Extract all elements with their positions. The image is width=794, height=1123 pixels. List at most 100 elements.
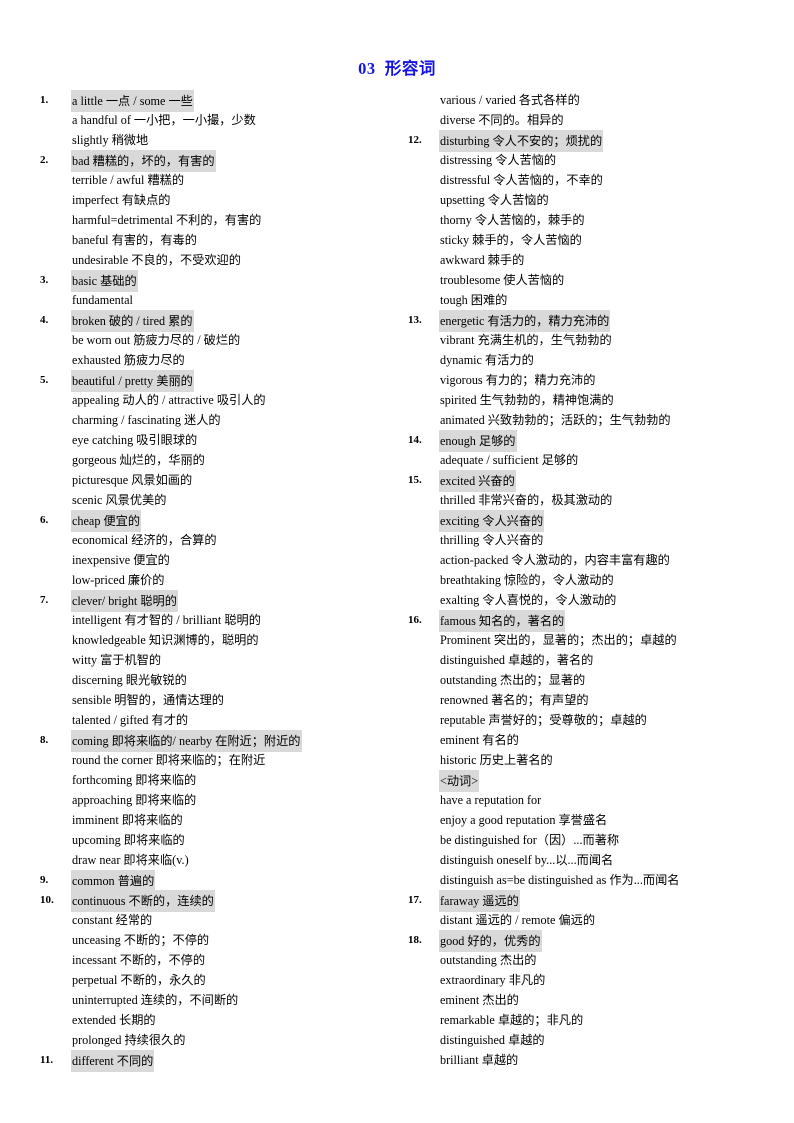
document-page: 03 形容词 1. a little 一点 / some 一些 a handful …: [0, 0, 794, 1123]
entry-line-numbered: 7. clever/ bright 聪明的: [40, 590, 395, 612]
entry-text: appealing 动人的 / attractive 吸引人的: [72, 393, 266, 407]
entry-text: exciting 令人兴奋的: [439, 510, 545, 532]
page-title: 03 形容词: [358, 59, 436, 78]
entry-number: 17.: [408, 894, 422, 906]
entry-number: 5.: [40, 374, 49, 386]
entry-number: 7.: [40, 594, 49, 606]
entry-line: terrible / awful 糟糕的: [40, 170, 395, 190]
right-column: various / varied 各式各样的 diverse 不同的。相异的 12.…: [408, 90, 780, 1070]
entry-text: enough 足够的: [439, 430, 517, 452]
entry-number: 1.: [40, 94, 49, 106]
entry-number: 10.: [40, 894, 54, 906]
entry-text: talented / gifted 有才的: [72, 713, 189, 727]
entry-line: vibrant 充满生机的，生气勃勃的: [408, 330, 780, 350]
entry-line: forthcoming 即将来临的: [40, 770, 395, 790]
entry-line-numbered: 13. energetic 有活力的，精力充沛的: [408, 310, 780, 332]
entry-text: thrilling 令人兴奋的: [440, 533, 544, 547]
entry-text: spirited 生气勃勃的，精神饱满的: [440, 393, 614, 407]
entry-line: upcoming 即将来临的: [40, 830, 395, 850]
entry-text: baneful 有害的，有毒的: [72, 233, 197, 247]
entry-line: distinguished 卓越的: [408, 1030, 780, 1050]
entry-line-numbered: 11. different 不同的: [40, 1050, 395, 1072]
entry-line: distinguish oneself by...以...而闻名: [408, 850, 780, 870]
entry-text: low-priced 廉价的: [72, 573, 165, 587]
entry-line: troublesome 使人苦恼的: [408, 270, 780, 290]
entry-text: a handful of 一小把，一小撮，少数: [72, 113, 256, 127]
entry-text: exhausted 筋疲力尽的: [72, 353, 185, 367]
entry-line: distressing 令人苦恼的: [408, 150, 780, 170]
entry-number: 4.: [40, 314, 49, 326]
entry-text: forthcoming 即将来临的: [72, 773, 197, 787]
entry-text: different 不同的: [71, 1050, 155, 1072]
entry-line: breathtaking 惊险的，令人激动的: [408, 570, 780, 590]
entry-line: distinguish as=be distinguished as 作为...…: [408, 870, 780, 890]
entry-line: extraordinary 非凡的: [408, 970, 780, 990]
entry-text: sensible 明智的，通情达理的: [72, 693, 224, 707]
entry-line: tough 困难的: [408, 290, 780, 310]
entry-line: knowledgeable 知识渊博的，聪明的: [40, 630, 395, 650]
entry-text: scenic 风景优美的: [72, 493, 167, 507]
entry-text: unceasing 不断的；不停的: [72, 933, 210, 947]
entry-text: various / varied 各式各样的: [440, 93, 580, 107]
entry-number: 13.: [408, 314, 422, 326]
entry-line-numbered: 16. famous 知名的，著名的: [408, 610, 780, 632]
entry-number: 11.: [40, 1054, 54, 1066]
entry-text: slightly 稍微地: [72, 133, 149, 147]
left-column: 1. a little 一点 / some 一些 a handful of 一小把，…: [40, 90, 395, 1072]
entry-line: distressful 令人苦恼的，不幸的: [408, 170, 780, 190]
entry-line: thorny 令人苦恼的，棘手的: [408, 210, 780, 230]
entry-text: terrible / awful 糟糕的: [72, 173, 185, 187]
entry-text: sticky 棘手的，令人苦恼的: [440, 233, 582, 247]
entry-text: inexpensive 便宜的: [72, 553, 170, 567]
entry-line: intelligent 有才智的 / brilliant 聪明的: [40, 610, 395, 630]
entry-text: upsetting 令人苦恼的: [440, 193, 549, 207]
entry-text: economical 经济的，合算的: [72, 533, 217, 547]
entry-number: 18.: [408, 934, 422, 946]
entry-text: common 普遍的: [71, 870, 156, 892]
entry-text: extended 长期的: [72, 1013, 156, 1027]
entry-line: thrilled 非常兴奋的，极其激动的: [408, 490, 780, 510]
entry-line: Prominent 突出的，显著的；杰出的；卓越的: [408, 630, 780, 650]
entry-text: witty 富于机智的: [72, 653, 162, 667]
entry-line: exhausted 筋疲力尽的: [40, 350, 395, 370]
entry-text: action-packed 令人激动的，内容丰富有趣的: [440, 553, 670, 567]
entry-text: breathtaking 惊险的，令人激动的: [440, 573, 614, 587]
entry-text: thorny 令人苦恼的，棘手的: [440, 213, 585, 227]
entry-line-numbered: 10. continuous 不断的，连续的: [40, 890, 395, 912]
entry-line: adequate / sufficient 足够的: [408, 450, 780, 470]
entry-text: adequate / sufficient 足够的: [440, 453, 579, 467]
entry-line: remarkable 卓越的；非凡的: [408, 1010, 780, 1030]
entry-line: extended 长期的: [40, 1010, 395, 1030]
entry-line-numbered: 8. coming 即将来临的/ nearby 在附近；附近的: [40, 730, 395, 752]
entry-text: distinguished 卓越的: [440, 1033, 545, 1047]
entry-text: diverse 不同的。相异的: [440, 113, 564, 127]
entry-text: good 好的，优秀的: [439, 930, 542, 952]
entry-text: dynamic 有活力的: [440, 353, 534, 367]
entry-text: gorgeous 灿烂的，华丽的: [72, 453, 205, 467]
entry-text: exalting 令人喜悦的，令人激动的: [440, 593, 617, 607]
entry-line: have a reputation for: [408, 790, 780, 810]
entry-line: unceasing 不断的；不停的: [40, 930, 395, 950]
entry-line: inexpensive 便宜的: [40, 550, 395, 570]
entry-line: slightly 稍微地: [40, 130, 395, 150]
entry-text: be distinguished for（因）...而著称: [440, 833, 620, 847]
entry-line: approaching 即将来临的: [40, 790, 395, 810]
entry-line: a handful of 一小把，一小撮，少数: [40, 110, 395, 130]
entry-text: fundamental: [72, 293, 133, 307]
entry-number: 9.: [40, 874, 49, 886]
entry-line: thrilling 令人兴奋的: [408, 530, 780, 550]
entry-text: bad 糟糕的，坏的，有害的: [71, 150, 216, 172]
entry-line: uninterrupted 连续的，不间断的: [40, 990, 395, 1010]
entry-text: have a reputation for: [440, 793, 542, 807]
entry-text: incessant 不断的，不停的: [72, 953, 206, 967]
entry-text: troublesome 使人苦恼的: [440, 273, 565, 287]
entry-line-numbered: 5. beautiful / pretty 美丽的: [40, 370, 395, 392]
entry-text: imminent 即将来临的: [72, 813, 183, 827]
entry-line: awkward 棘手的: [408, 250, 780, 270]
entry-line: dynamic 有活力的: [408, 350, 780, 370]
entry-line: action-packed 令人激动的，内容丰富有趣的: [408, 550, 780, 570]
entry-text: vibrant 充满生机的，生气勃勃的: [440, 333, 612, 347]
entry-text: famous 知名的，著名的: [439, 610, 566, 632]
entry-line: brilliant 卓越的: [408, 1050, 780, 1070]
entry-text: eminent 有名的: [440, 733, 519, 747]
